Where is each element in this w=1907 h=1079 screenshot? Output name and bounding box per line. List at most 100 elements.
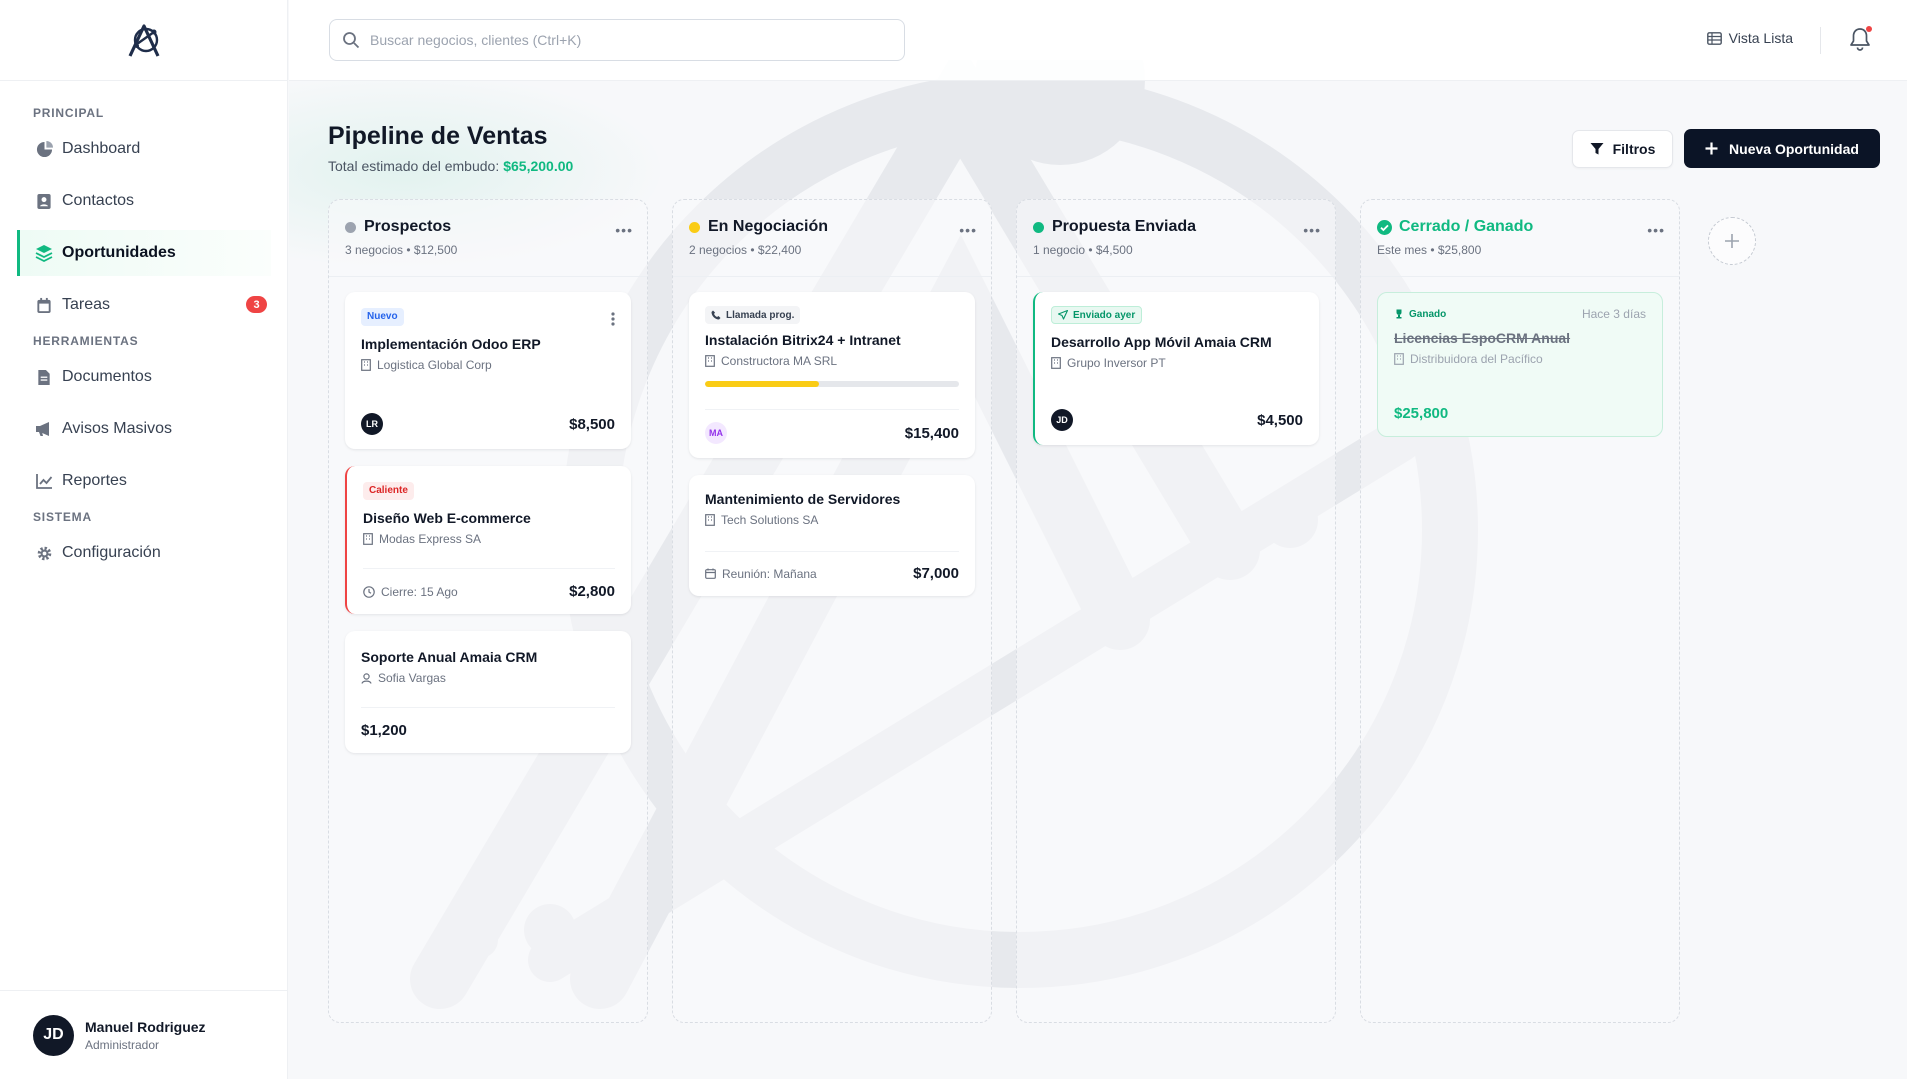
deal-title: Licencias EspoCRM Anual — [1394, 330, 1571, 346]
deal-company: Distribuidora del Pacífico — [1394, 352, 1646, 366]
building-icon — [361, 358, 371, 371]
meeting-date: Reunión: Mañana — [705, 567, 817, 581]
search-box[interactable] — [329, 19, 905, 61]
section-label-principal: PRINCIPAL — [33, 106, 104, 120]
deal-card[interactable]: Soporte Anual Amaia CRM Sofia Vargas $1,… — [345, 631, 631, 753]
list-view-button[interactable]: Vista Lista — [1706, 30, 1793, 46]
trophy-icon — [1396, 309, 1402, 319]
tag-badge: Llamada prog. — [705, 306, 801, 324]
filters-button[interactable]: Filtros — [1572, 130, 1673, 168]
deal-card[interactable]: Caliente Diseño Web E-commerce Modas Exp… — [345, 466, 631, 614]
building-icon — [363, 532, 373, 545]
sidebar-item-label: Reportes — [62, 472, 127, 489]
user-name: Manuel Rodriguez — [85, 1018, 206, 1035]
check-circle-icon — [1377, 219, 1392, 235]
pipeline-column-prospectos: Prospectos 3 negocios • $12,500 ••• Nuev… — [328, 199, 648, 1023]
calendar-icon — [705, 568, 716, 579]
list-icon — [1706, 31, 1722, 45]
won-badge: Ganado — [1394, 309, 1446, 320]
sidebar-item-oportunidades[interactable]: Oportunidades — [17, 230, 271, 276]
plus-icon — [1725, 234, 1739, 248]
pipeline-column-negociacion: En Negociación 2 negocios • $22,400 ••• … — [672, 199, 992, 1023]
deal-title: Soporte Anual Amaia CRM — [361, 649, 538, 665]
deal-company: Modas Express SA — [363, 532, 615, 546]
deal-card[interactable]: Ganado Hace 3 días Licencias EspoCRM Anu… — [1377, 292, 1663, 437]
close-date-label: Cierre: 15 Ago — [381, 584, 458, 599]
deal-company: Tech Solutions SA — [705, 513, 959, 527]
user-role: Administrador — [85, 1037, 160, 1052]
deal-amount: $8,500 — [569, 415, 615, 433]
avatar: JD — [1051, 409, 1073, 431]
user-icon — [361, 672, 372, 684]
deal-amount: $15,400 — [904, 424, 959, 442]
tag-badge: Nuevo — [361, 307, 404, 326]
sidebar-item-documentos[interactable]: Documentos — [17, 354, 271, 400]
sidebar-item-configuracion[interactable]: Configuración — [17, 530, 271, 576]
company-name: Modas Express SA — [379, 531, 482, 546]
more-icon[interactable]: ••• — [1303, 222, 1321, 238]
stage-dot — [345, 221, 356, 233]
pipeline-total-amount: $65,200.00 — [503, 158, 574, 174]
column-header: Cerrado / Ganado Este mes • $25,800 ••• — [1361, 200, 1679, 277]
gear-icon — [35, 544, 53, 562]
more-icon[interactable]: ••• — [959, 222, 977, 238]
divider — [1820, 27, 1821, 54]
deal-amount: $7,000 — [913, 565, 959, 582]
progress-bar — [705, 381, 959, 387]
sidebar-item-reportes[interactable]: Reportes — [17, 458, 271, 504]
deal-card[interactable]: Llamada prog. Instalación Bitrix24 + Int… — [689, 292, 975, 458]
avatar: LR — [361, 413, 383, 435]
deal-contact: Sofia Vargas — [361, 671, 615, 685]
logo[interactable] — [0, 0, 287, 81]
deal-company: Logistica Global Corp — [361, 358, 615, 372]
sidebar-item-avisos-masivos[interactable]: Avisos Masivos — [17, 406, 271, 452]
deal-card[interactable]: Enviado ayer Desarrollo App Móvil Amaia … — [1033, 292, 1319, 445]
sidebar-item-label: Configuración — [62, 544, 161, 561]
section-label-sistema: SISTEMA — [33, 510, 92, 524]
deal-card[interactable]: Nuevo Implementación Odoo ERP Logistica … — [345, 292, 631, 449]
send-icon — [1058, 310, 1068, 320]
company-name: Grupo Inversor PT — [1067, 356, 1166, 370]
kebab-icon[interactable] — [611, 312, 615, 326]
user-profile[interactable]: JD Manuel Rodriguez Administrador — [0, 990, 288, 1079]
new-opportunity-button[interactable]: Nueva Oportunidad — [1684, 129, 1880, 168]
new-opportunity-label: Nueva Oportunidad — [1729, 140, 1859, 157]
pipeline-column-ganado: Cerrado / Ganado Este mes • $25,800 ••• … — [1360, 199, 1680, 1023]
column-header: Prospectos 3 negocios • $12,500 ••• — [329, 200, 647, 277]
company-name: Distribuidora del Pacífico — [1410, 352, 1543, 366]
tag-badge: Enviado ayer — [1051, 306, 1143, 324]
sidebar-item-contactos[interactable]: Contactos — [17, 178, 271, 224]
sidebar-item-dashboard[interactable]: Dashboard — [17, 126, 271, 172]
tasks-count-badge: 3 — [246, 296, 267, 313]
avatar: JD — [33, 1014, 74, 1056]
amaia-logo-icon[interactable] — [124, 20, 164, 60]
more-icon[interactable]: ••• — [615, 222, 633, 238]
deal-company: Grupo Inversor PT — [1051, 356, 1303, 370]
column-summary: 2 negocios • $22,400 — [689, 243, 802, 257]
filters-label: Filtros — [1612, 141, 1656, 157]
building-icon — [705, 514, 715, 526]
document-icon — [35, 368, 53, 386]
more-icon[interactable]: ••• — [1647, 222, 1665, 238]
calendar-icon — [35, 296, 53, 314]
topbar: Vista Lista — [289, 0, 1907, 81]
sidebar-item-label: Documentos — [62, 368, 152, 385]
building-icon — [705, 355, 715, 367]
megaphone-icon — [35, 420, 53, 438]
search-input[interactable] — [370, 32, 870, 48]
add-column-button[interactable] — [1708, 217, 1756, 265]
pipeline-total-label: Total estimado del embudo: — [328, 158, 500, 174]
deal-card[interactable]: Mantenimiento de Servidores Tech Solutio… — [689, 475, 975, 596]
won-label: Ganado — [1409, 308, 1447, 320]
sidebar-item-tareas[interactable]: Tareas 3 — [17, 282, 271, 328]
tag-badge: Caliente — [363, 481, 414, 500]
building-icon — [1394, 353, 1404, 365]
contact-name: Sofia Vargas — [378, 671, 446, 685]
deal-title: Implementación Odoo ERP — [361, 335, 541, 352]
deal-company: Constructora MA SRL — [705, 354, 959, 368]
plus-icon — [1705, 142, 1718, 155]
company-name: Tech Solutions SA — [721, 513, 819, 527]
column-header: En Negociación 2 negocios • $22,400 ••• — [673, 200, 991, 277]
building-icon — [1051, 357, 1061, 369]
notifications-button[interactable] — [1849, 26, 1873, 53]
